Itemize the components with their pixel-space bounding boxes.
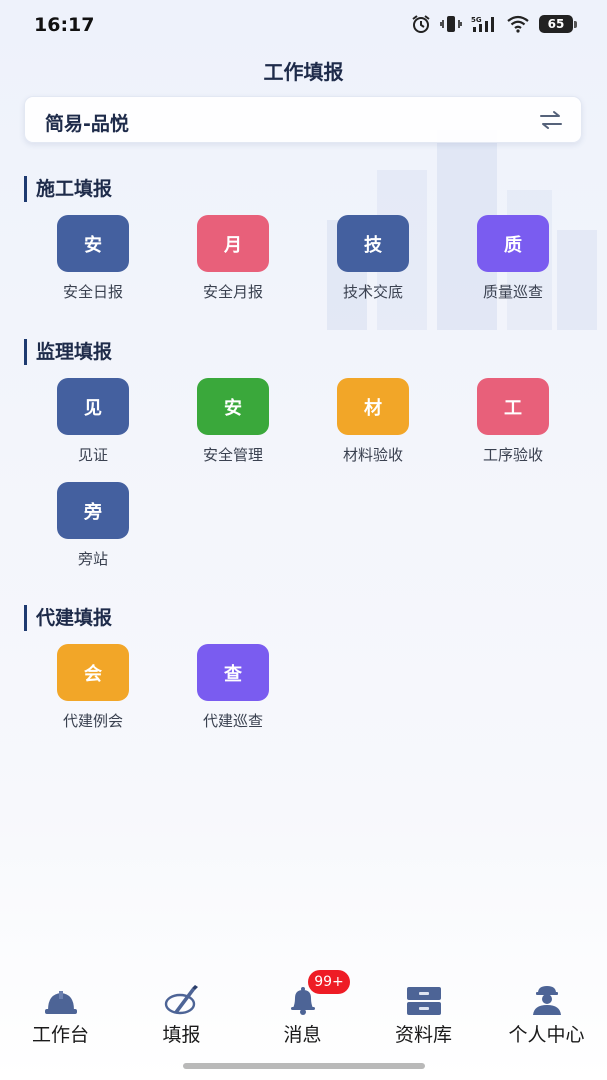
tile-icon: 材: [337, 378, 409, 435]
tile-icon: 安: [197, 378, 269, 435]
tile-icon: 工: [477, 378, 549, 435]
tile-safety-management[interactable]: 安 安全管理: [163, 378, 303, 465]
nav-item-messages[interactable]: 99+ 消息: [242, 970, 363, 1047]
home-indicator: [183, 1063, 425, 1069]
tile-icon: 会: [57, 644, 129, 701]
nav-label: 工作台: [31, 1024, 89, 1046]
vibrate-icon: [440, 15, 462, 33]
tile-agent-meeting[interactable]: 会 代建例会: [23, 644, 163, 731]
nav-item-workbench[interactable]: 工作台: [0, 970, 121, 1047]
tile-witness[interactable]: 见 见证: [23, 378, 163, 465]
tile-label: 见证: [77, 446, 108, 464]
tile-icon: 安: [57, 215, 129, 272]
pen-icon: [162, 982, 202, 1016]
cabinet-icon: [404, 982, 444, 1016]
tile-safety-daily[interactable]: 安 安全日报: [23, 215, 163, 302]
page-title: 工作填报: [263, 60, 344, 84]
nav-label: 资料库: [394, 1024, 452, 1046]
status-bar: 16:17 5G 65: [0, 0, 607, 52]
project-selector[interactable]: 简易-品悦: [24, 96, 582, 143]
section-title-construction: 施工填报: [24, 176, 112, 202]
tile-icon: 旁: [57, 482, 129, 539]
section-title-agent-construction: 代建填报: [24, 605, 112, 631]
nav-label: 个人中心: [508, 1024, 585, 1046]
worker-icon: [527, 982, 567, 1016]
status-icons: 5G 65: [411, 14, 577, 34]
signal-5g-icon: 5G: [471, 15, 497, 33]
status-time: 16:17: [34, 14, 95, 36]
tile-side-station[interactable]: 旁 旁站: [23, 482, 163, 569]
tile-agent-inspection[interactable]: 查 代建巡查: [163, 644, 303, 731]
tile-icon: 见: [57, 378, 129, 435]
tile-label: 工序验收: [482, 446, 543, 464]
network-label: 5G: [471, 16, 482, 24]
tile-icon: 月: [197, 215, 269, 272]
tile-icon: 查: [197, 644, 269, 701]
project-name: 简易-品悦: [45, 113, 129, 135]
tile-label: 安全管理: [202, 446, 263, 464]
wifi-icon: [506, 15, 530, 33]
nav-item-profile[interactable]: 个人中心: [486, 970, 607, 1047]
tile-quality-inspection[interactable]: 质 质量巡查: [443, 215, 583, 302]
tile-icon: 技: [337, 215, 409, 272]
section-title-supervision: 监理填报: [24, 339, 112, 365]
tile-material-acceptance[interactable]: 材 材料验收: [303, 378, 443, 465]
unread-badge: 99+: [308, 970, 350, 994]
helmet-icon: [41, 982, 81, 1016]
tile-label: 质量巡查: [482, 283, 543, 301]
tile-label: 技术交底: [342, 283, 403, 301]
alarm-icon: [411, 14, 431, 34]
battery-indicator: 65: [539, 15, 577, 33]
tile-label: 材料验收: [342, 446, 403, 464]
nav-item-report[interactable]: 填报: [121, 970, 242, 1047]
nav-label: 消息: [283, 1024, 322, 1046]
tile-safety-monthly[interactable]: 月 安全月报: [163, 215, 303, 302]
nav-item-library[interactable]: 资料库: [363, 970, 484, 1047]
tile-process-acceptance[interactable]: 工 工序验收: [443, 378, 583, 465]
tile-label: 代建巡查: [202, 712, 263, 730]
tile-label: 旁站: [77, 550, 108, 568]
tile-label: 安全月报: [202, 283, 263, 301]
tile-icon: 质: [477, 215, 549, 272]
tile-label: 安全日报: [62, 283, 123, 301]
tile-label: 代建例会: [62, 712, 123, 730]
switch-project-icon[interactable]: [539, 109, 563, 131]
nav-label: 填报: [162, 1024, 201, 1046]
tile-tech-briefing[interactable]: 技 技术交底: [303, 215, 443, 302]
